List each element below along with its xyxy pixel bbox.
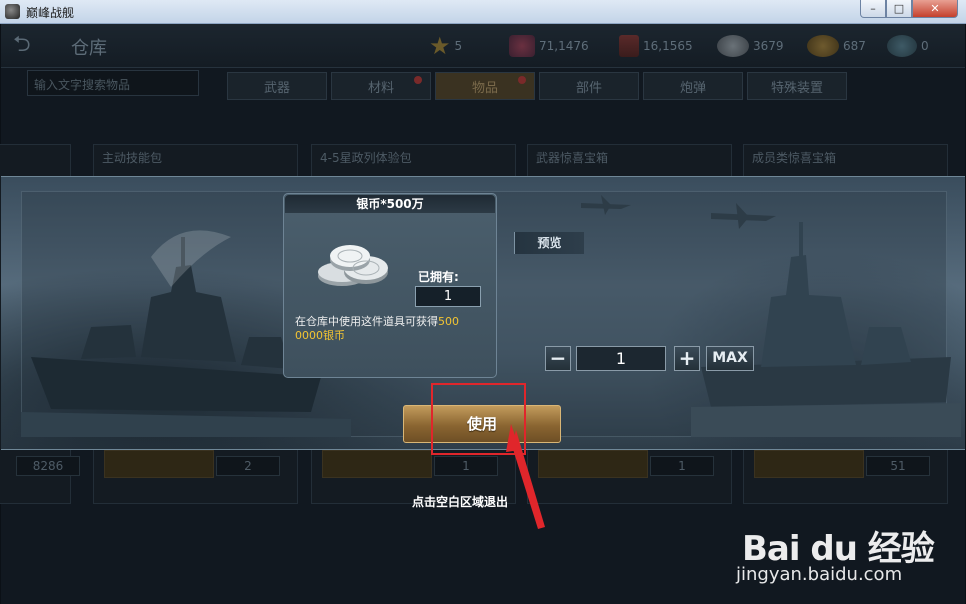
game-window: 巅峰战舰 – □ ✕ ⮌ 仓库 ★ 5 71,1476 16,1565 3679 (0, 0, 966, 604)
exit-hint: 点击空白区域退出 (412, 495, 509, 509)
baidu-jingyan-watermark: Bai du 经验 (742, 529, 935, 569)
watermark-url: jingyan.baidu.com (736, 564, 903, 585)
annotation-arrow (506, 424, 545, 529)
